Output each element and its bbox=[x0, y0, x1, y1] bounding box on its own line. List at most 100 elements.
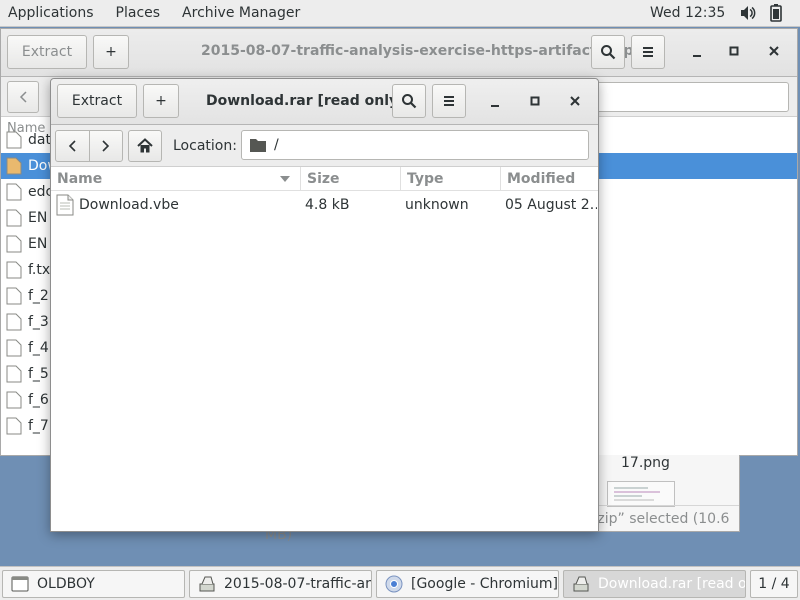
bg-extract-button[interactable]: Extract bbox=[7, 35, 87, 69]
file-icon bbox=[6, 417, 22, 435]
bg-headerbar: Extract + 2015-08-07-traffic-analysis-ex… bbox=[1, 29, 797, 77]
bg-close-button[interactable] bbox=[764, 41, 784, 61]
location-value: / bbox=[274, 137, 279, 153]
task-label: Download.rar [read o… bbox=[598, 576, 746, 592]
thumbnail-preview bbox=[614, 487, 660, 501]
applications-menu[interactable]: Applications bbox=[0, 5, 107, 21]
bg-list-item-label: f_2 bbox=[28, 288, 49, 304]
search-icon bbox=[601, 45, 616, 60]
forward-button[interactable] bbox=[88, 131, 122, 161]
history-nav bbox=[55, 130, 123, 162]
bg-minimize-button[interactable] bbox=[687, 43, 707, 63]
image-thumbnail[interactable] bbox=[607, 481, 675, 507]
text-file-icon bbox=[56, 194, 74, 216]
chevron-left-icon bbox=[69, 140, 77, 152]
hamburger-icon bbox=[444, 96, 454, 106]
column-modified[interactable]: Modified bbox=[500, 167, 598, 191]
file-icon bbox=[6, 235, 22, 253]
task-archive-zip[interactable]: 2015-08-07-traffic-an… bbox=[189, 570, 372, 598]
minimize-icon bbox=[693, 55, 701, 57]
task-label: 2015-08-07-traffic-an… bbox=[224, 576, 372, 592]
file-icon bbox=[6, 365, 22, 383]
chromium-icon bbox=[385, 575, 403, 593]
location-input[interactable]: / bbox=[241, 130, 589, 160]
extract-button[interactable]: Extract bbox=[57, 84, 137, 118]
taskbar: OLDBOY 2015-08-07-traffic-an… [Google - … bbox=[0, 566, 800, 600]
bg-location-input[interactable] bbox=[593, 82, 789, 112]
home-button[interactable] bbox=[128, 130, 162, 162]
places-menu[interactable]: Places bbox=[107, 5, 174, 21]
file-icon bbox=[6, 261, 22, 279]
hamburger-icon bbox=[643, 47, 653, 57]
close-icon bbox=[769, 46, 779, 56]
maximize-icon bbox=[530, 96, 540, 106]
search-button[interactable] bbox=[392, 84, 426, 118]
column-name[interactable]: Name bbox=[51, 167, 300, 191]
location-label: Location: bbox=[173, 138, 237, 154]
file-icon bbox=[6, 313, 22, 331]
battery-icon[interactable] bbox=[770, 4, 782, 22]
bg-list-item-label: f_6 bbox=[28, 392, 49, 408]
bg-list-item-label: f_3 bbox=[28, 314, 49, 330]
volume-icon[interactable] bbox=[740, 5, 756, 21]
archive-window-download-rar: Extract + Download.rar [read only] Locat… bbox=[50, 78, 599, 532]
bg-list-item-label: f_5 bbox=[28, 366, 49, 382]
archive-manager-icon bbox=[573, 576, 589, 592]
file-size: 4.8 kB bbox=[305, 197, 350, 213]
bg-window-title: 2015-08-07-traffic-analysis-exercise-htt… bbox=[201, 43, 634, 59]
column-size[interactable]: Size bbox=[300, 167, 400, 191]
bg-list-item-label: f_4 bbox=[28, 340, 49, 356]
fg-headerbar: Extract + Download.rar [read only] bbox=[51, 79, 598, 125]
task-label: [Google - Chromium] bbox=[411, 576, 558, 592]
task-chromium[interactable]: [Google - Chromium] bbox=[376, 570, 559, 598]
column-name-label: Name bbox=[57, 171, 103, 187]
location-bar: Location: / bbox=[51, 125, 598, 167]
minimize-icon bbox=[491, 105, 499, 107]
task-download-rar[interactable]: Download.rar [read o… bbox=[563, 570, 746, 598]
bg-maximize-button[interactable] bbox=[724, 41, 744, 61]
close-button[interactable] bbox=[565, 91, 585, 111]
add-files-button[interactable]: + bbox=[143, 84, 179, 118]
column-type[interactable]: Type bbox=[400, 167, 500, 191]
minimize-button[interactable] bbox=[485, 93, 505, 113]
file-icon bbox=[6, 131, 22, 149]
maximize-button[interactable] bbox=[525, 91, 545, 111]
file-name: Download.vbe bbox=[79, 197, 179, 213]
file-row[interactable]: Download.vbe 4.8 kB unknown 05 August 2… bbox=[51, 192, 598, 218]
archive-manager-icon bbox=[199, 576, 215, 592]
file-icon bbox=[6, 391, 22, 409]
menu-button[interactable] bbox=[432, 84, 466, 118]
folder-icon bbox=[250, 139, 266, 152]
workspace-pager[interactable]: 1 / 4 bbox=[750, 570, 798, 598]
bg-list-item-label: EN bbox=[28, 210, 48, 226]
app-menu[interactable]: Archive Manager bbox=[173, 5, 313, 21]
task-label: OLDBOY bbox=[37, 576, 95, 592]
file-type: unknown bbox=[405, 197, 469, 213]
close-icon bbox=[570, 96, 580, 106]
file-icon bbox=[6, 209, 22, 227]
chevron-left-icon bbox=[19, 91, 27, 103]
clock[interactable]: Wed 12:35 bbox=[650, 5, 725, 21]
bg-menu-button[interactable] bbox=[631, 35, 665, 69]
file-icon bbox=[6, 157, 22, 175]
sort-descending-icon bbox=[280, 176, 290, 182]
bg-back-button[interactable] bbox=[7, 81, 39, 113]
file-icon bbox=[6, 183, 22, 201]
search-icon bbox=[402, 94, 417, 109]
file-icon bbox=[6, 339, 22, 357]
task-oldboy[interactable]: OLDBOY bbox=[2, 570, 185, 598]
home-icon bbox=[137, 138, 153, 153]
back-button[interactable] bbox=[56, 131, 89, 161]
bg-list-item-label: EN bbox=[28, 236, 48, 252]
chevron-right-icon bbox=[102, 140, 110, 152]
file-icon bbox=[6, 287, 22, 305]
terminal-icon bbox=[11, 576, 29, 592]
maximize-icon bbox=[729, 46, 739, 56]
top-bar: Applications Places Archive Manager Wed … bbox=[0, 0, 800, 27]
bg-add-button[interactable]: + bbox=[93, 35, 129, 69]
bg-list-item-label: f_7 bbox=[28, 418, 49, 434]
window-title: Download.rar [read only] bbox=[206, 93, 405, 109]
bg-search-button[interactable] bbox=[591, 35, 625, 69]
file-modified: 05 August 2… bbox=[505, 197, 597, 213]
thumbnail-label[interactable]: 17.png bbox=[621, 455, 670, 471]
